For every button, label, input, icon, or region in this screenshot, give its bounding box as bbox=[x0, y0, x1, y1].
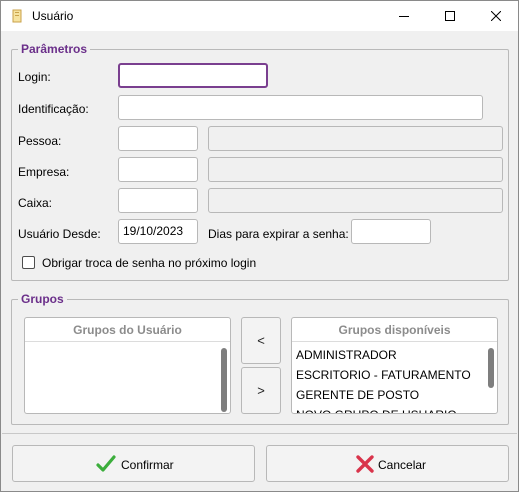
title-bar[interactable]: Usuário bbox=[1, 1, 518, 31]
grupos-usuario-scrollbar[interactable] bbox=[221, 348, 227, 412]
minimize-button[interactable] bbox=[381, 1, 427, 31]
window-title: Usuário bbox=[32, 9, 74, 23]
empresa-code-input[interactable] bbox=[118, 157, 198, 182]
login-input[interactable] bbox=[118, 63, 268, 88]
identificacao-label: Identificação: bbox=[18, 102, 89, 116]
grupo-disponivel-item[interactable]: ADMINISTRADOR bbox=[296, 345, 483, 365]
grupo-disponivel-item[interactable]: NOVO GRUPO DE USUARIO bbox=[296, 405, 483, 413]
parametros-legend: Parâmetros bbox=[18, 42, 91, 56]
confirmar-button[interactable]: Confirmar bbox=[12, 445, 255, 482]
grupo-disponivel-item[interactable]: GERENTE DE POSTO bbox=[296, 385, 483, 405]
footer-separator bbox=[2, 433, 517, 434]
add-group-button[interactable]: < bbox=[241, 317, 281, 364]
empresa-name-field bbox=[208, 157, 503, 182]
maximize-button[interactable] bbox=[427, 1, 473, 31]
close-button[interactable] bbox=[473, 1, 519, 31]
minimize-icon bbox=[399, 16, 409, 17]
cancelar-label: Cancelar bbox=[378, 458, 427, 472]
login-label: Login: bbox=[18, 70, 51, 84]
empresa-label: Empresa: bbox=[18, 165, 70, 179]
caixa-name-field bbox=[208, 188, 503, 213]
cancelar-button[interactable]: Cancelar bbox=[266, 445, 509, 482]
dias-expirar-input[interactable] bbox=[351, 219, 431, 244]
pessoa-code-input[interactable] bbox=[118, 126, 198, 151]
grupos-disponiveis-header: Grupos disponíveis bbox=[292, 318, 497, 342]
grupos-disponiveis-list[interactable]: Grupos disponíveis ADMINISTRADOR ESCRITOR… bbox=[291, 317, 498, 414]
dias-expirar-label: Dias para expirar a senha: bbox=[208, 227, 349, 241]
obrigar-troca-label: Obrigar troca de senha no próximo login bbox=[42, 256, 257, 270]
grupo-disponivel-item[interactable]: ESCRITORIO - FATURAMENTO bbox=[296, 365, 483, 385]
grupos-disponiveis-items: ADMINISTRADOR ESCRITORIO - FATURAMENTO GER… bbox=[296, 345, 483, 413]
grupos-legend: Grupos bbox=[18, 292, 67, 306]
pessoa-name-field bbox=[208, 126, 503, 151]
remove-group-button[interactable]: > bbox=[241, 367, 281, 414]
app-icon bbox=[12, 9, 22, 23]
obrigar-troca-checkbox[interactable] bbox=[22, 256, 35, 269]
usuario-dialog: Usuário Parâmetros Login: Identificação:… bbox=[0, 0, 519, 492]
grupos-usuario-list[interactable]: Grupos do Usuário bbox=[24, 317, 231, 414]
x-icon bbox=[356, 455, 374, 473]
caixa-code-input[interactable] bbox=[118, 188, 198, 213]
usuario-desde-field[interactable]: 19/10/2023 bbox=[118, 219, 198, 244]
identificacao-input[interactable] bbox=[118, 95, 483, 120]
pessoa-label: Pessoa: bbox=[18, 134, 62, 148]
caixa-label: Caixa: bbox=[18, 196, 53, 210]
close-icon bbox=[491, 11, 501, 21]
usuario-desde-label: Usuário Desde: bbox=[18, 227, 101, 241]
grupos-usuario-header: Grupos do Usuário bbox=[25, 318, 230, 342]
check-icon bbox=[96, 455, 116, 472]
confirmar-label: Confirmar bbox=[121, 458, 174, 472]
grupos-disponiveis-scrollbar[interactable] bbox=[488, 348, 494, 388]
maximize-icon bbox=[445, 11, 455, 21]
